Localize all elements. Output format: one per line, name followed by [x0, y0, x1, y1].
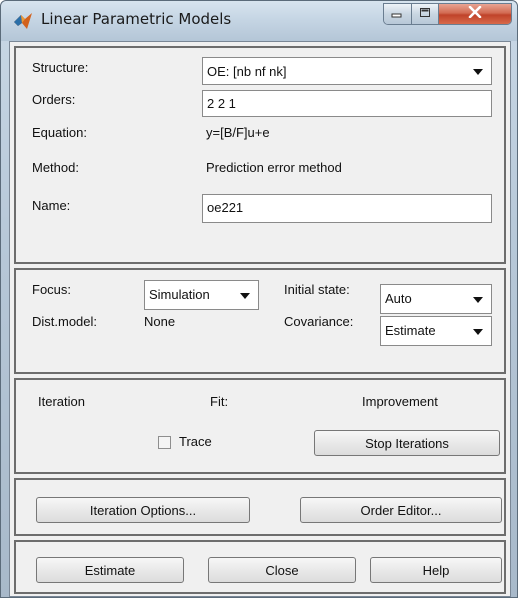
dist-model-value: None [144, 314, 176, 329]
estimation-options-panel: Focus: Simulation Initial state: Auto Di… [14, 268, 506, 374]
close-button[interactable]: Close [208, 557, 356, 583]
help-button[interactable]: Help [370, 557, 502, 583]
order-editor-button[interactable]: Order Editor... [300, 497, 502, 523]
initial-state-label: Initial state: [284, 282, 350, 297]
chevron-down-icon [473, 297, 483, 303]
title-bar[interactable]: Linear Parametric Models [1, 1, 517, 41]
covariance-select[interactable]: Estimate [380, 316, 492, 346]
model-name-input[interactable]: oe221 [202, 194, 492, 223]
orders-input[interactable]: 2 2 1 [202, 90, 492, 117]
orders-label: Orders: [32, 92, 76, 107]
covariance-label: Covariance: [284, 314, 354, 329]
minimize-icon [391, 7, 403, 22]
equation-label: Equation: [32, 125, 87, 140]
model-structure-panel: Structure: OE: [nb nf nk] Orders: 2 2 1 … [14, 46, 506, 264]
dist-model-label: Dist.model: [32, 314, 98, 329]
fit-label: Fit: [210, 394, 229, 409]
trace-label: Trace [179, 434, 212, 449]
maximize-icon [419, 7, 431, 22]
method-label: Method: [32, 160, 79, 175]
improvement-label: Improvement [362, 394, 438, 409]
focus-value: Simulation [149, 287, 210, 302]
estimate-button[interactable]: Estimate [36, 557, 184, 583]
focus-select[interactable]: Simulation [144, 280, 259, 310]
covariance-value: Estimate [385, 323, 436, 338]
iteration-label: Iteration [38, 394, 85, 409]
method-value: Prediction error method [206, 160, 342, 175]
close-window-button[interactable] [439, 4, 511, 24]
dialog-client-area: Structure: OE: [nb nf nk] Orders: 2 2 1 … [9, 41, 511, 597]
initial-state-select[interactable]: Auto [380, 284, 492, 314]
iteration-options-button[interactable]: Iteration Options... [36, 497, 250, 523]
chevron-down-icon [240, 293, 250, 299]
trace-checkbox[interactable] [158, 436, 171, 449]
close-icon [468, 5, 482, 22]
window-title: Linear Parametric Models [41, 10, 232, 28]
actions-panel: Estimate Close Help [14, 540, 506, 594]
chevron-down-icon [473, 329, 483, 335]
initial-state-value: Auto [385, 291, 412, 306]
tools-panel: Iteration Options... Order Editor... [14, 478, 506, 536]
name-label: Name: [32, 198, 71, 213]
maximize-button[interactable] [411, 4, 440, 24]
structure-label: Structure: [32, 60, 89, 75]
caption-buttons [383, 3, 512, 25]
dialog-window: Linear Parametric Models Structure: OE: … [0, 0, 518, 598]
focus-label: Focus: [32, 282, 72, 297]
iteration-panel: Iteration Fit: Improvement Trace Stop It… [14, 378, 506, 474]
structure-value: OE: [nb nf nk] [207, 64, 287, 79]
chevron-down-icon [473, 69, 483, 75]
structure-select[interactable]: OE: [nb nf nk] [202, 57, 492, 85]
matlab-icon [13, 11, 33, 31]
stop-iterations-button[interactable]: Stop Iterations [314, 430, 500, 456]
equation-value: y=[B/F]u+e [206, 125, 270, 140]
minimize-button[interactable] [384, 4, 412, 24]
